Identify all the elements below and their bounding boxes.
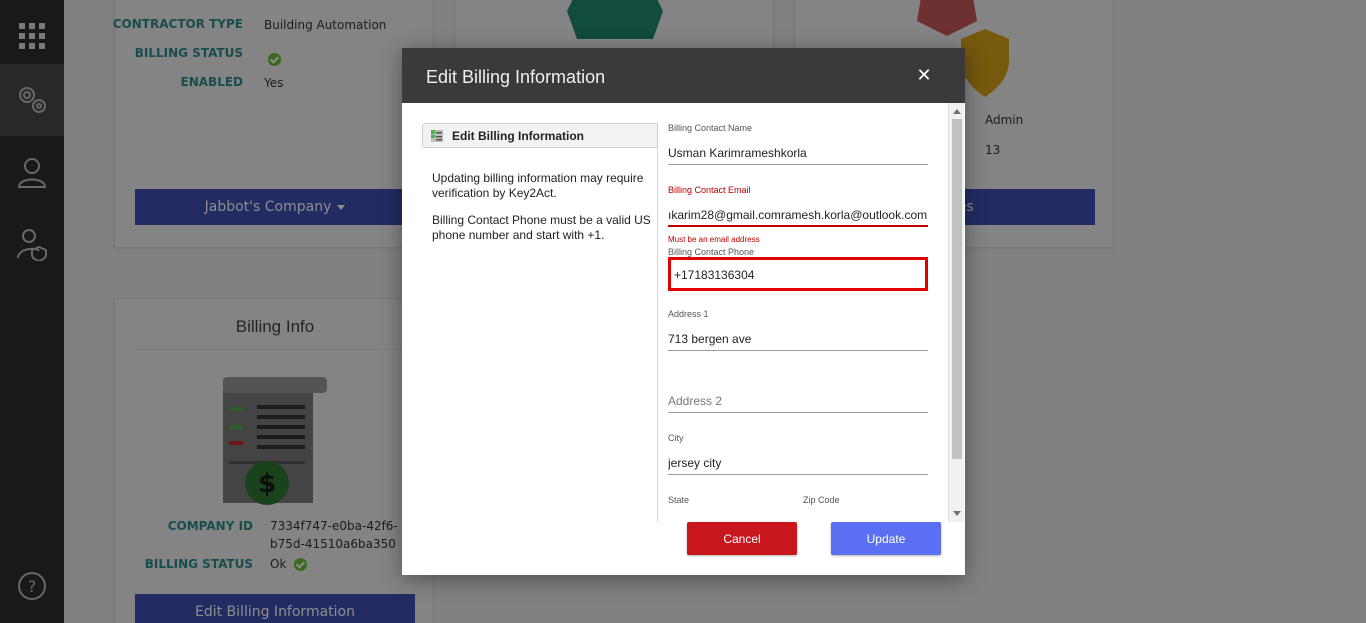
modal-header: Edit Billing Information ✕ (402, 48, 965, 103)
modal-title: Edit Billing Information (426, 67, 606, 87)
contact-phone-label: Billing Contact Phone (668, 247, 755, 257)
scroll-down-arrow-icon[interactable] (953, 511, 961, 516)
billing-form: Billing Contact Name Usman Karimrameshko… (658, 103, 948, 522)
contact-email-input[interactable]: ıkarim28@gmail.comramesh.korla@outlook.c… (668, 203, 928, 227)
info-text-verification: Updating billing information may require… (432, 171, 644, 200)
contact-email-error: Must be an email address (668, 235, 760, 244)
panel-title-bar: Edit Billing Information (422, 123, 658, 148)
scroll-thumb[interactable] (952, 119, 962, 459)
edit-billing-modal: Edit Billing Information ✕ Edit Billing … (402, 48, 965, 575)
cancel-button[interactable]: Cancel (687, 522, 797, 555)
address1-label: Address 1 (668, 309, 709, 319)
address1-input[interactable]: 713 bergen ave (668, 327, 928, 351)
update-button[interactable]: Update (831, 522, 941, 555)
address2-input[interactable]: Address 2 (668, 389, 928, 413)
close-icon[interactable]: ✕ (914, 66, 934, 86)
contact-email-label: Billing Contact Email (668, 185, 751, 195)
city-input[interactable]: jersey city (668, 451, 928, 475)
state-label: State (668, 495, 690, 505)
info-text-phone-rule: Billing Contact Phone must be a valid US… (432, 213, 651, 242)
form-scrollbar[interactable] (948, 103, 964, 522)
form-document-icon (431, 129, 443, 142)
zip-label: Zip Code (803, 495, 840, 505)
panel-title: Edit Billing Information (452, 128, 584, 143)
scroll-up-arrow-icon[interactable] (953, 109, 961, 114)
contact-name-label: Billing Contact Name (668, 123, 753, 133)
contact-name-input[interactable]: Usman Karimrameshkorla (668, 141, 928, 165)
city-label: City (668, 433, 684, 443)
contact-phone-input[interactable]: +17183136304 (668, 257, 928, 291)
